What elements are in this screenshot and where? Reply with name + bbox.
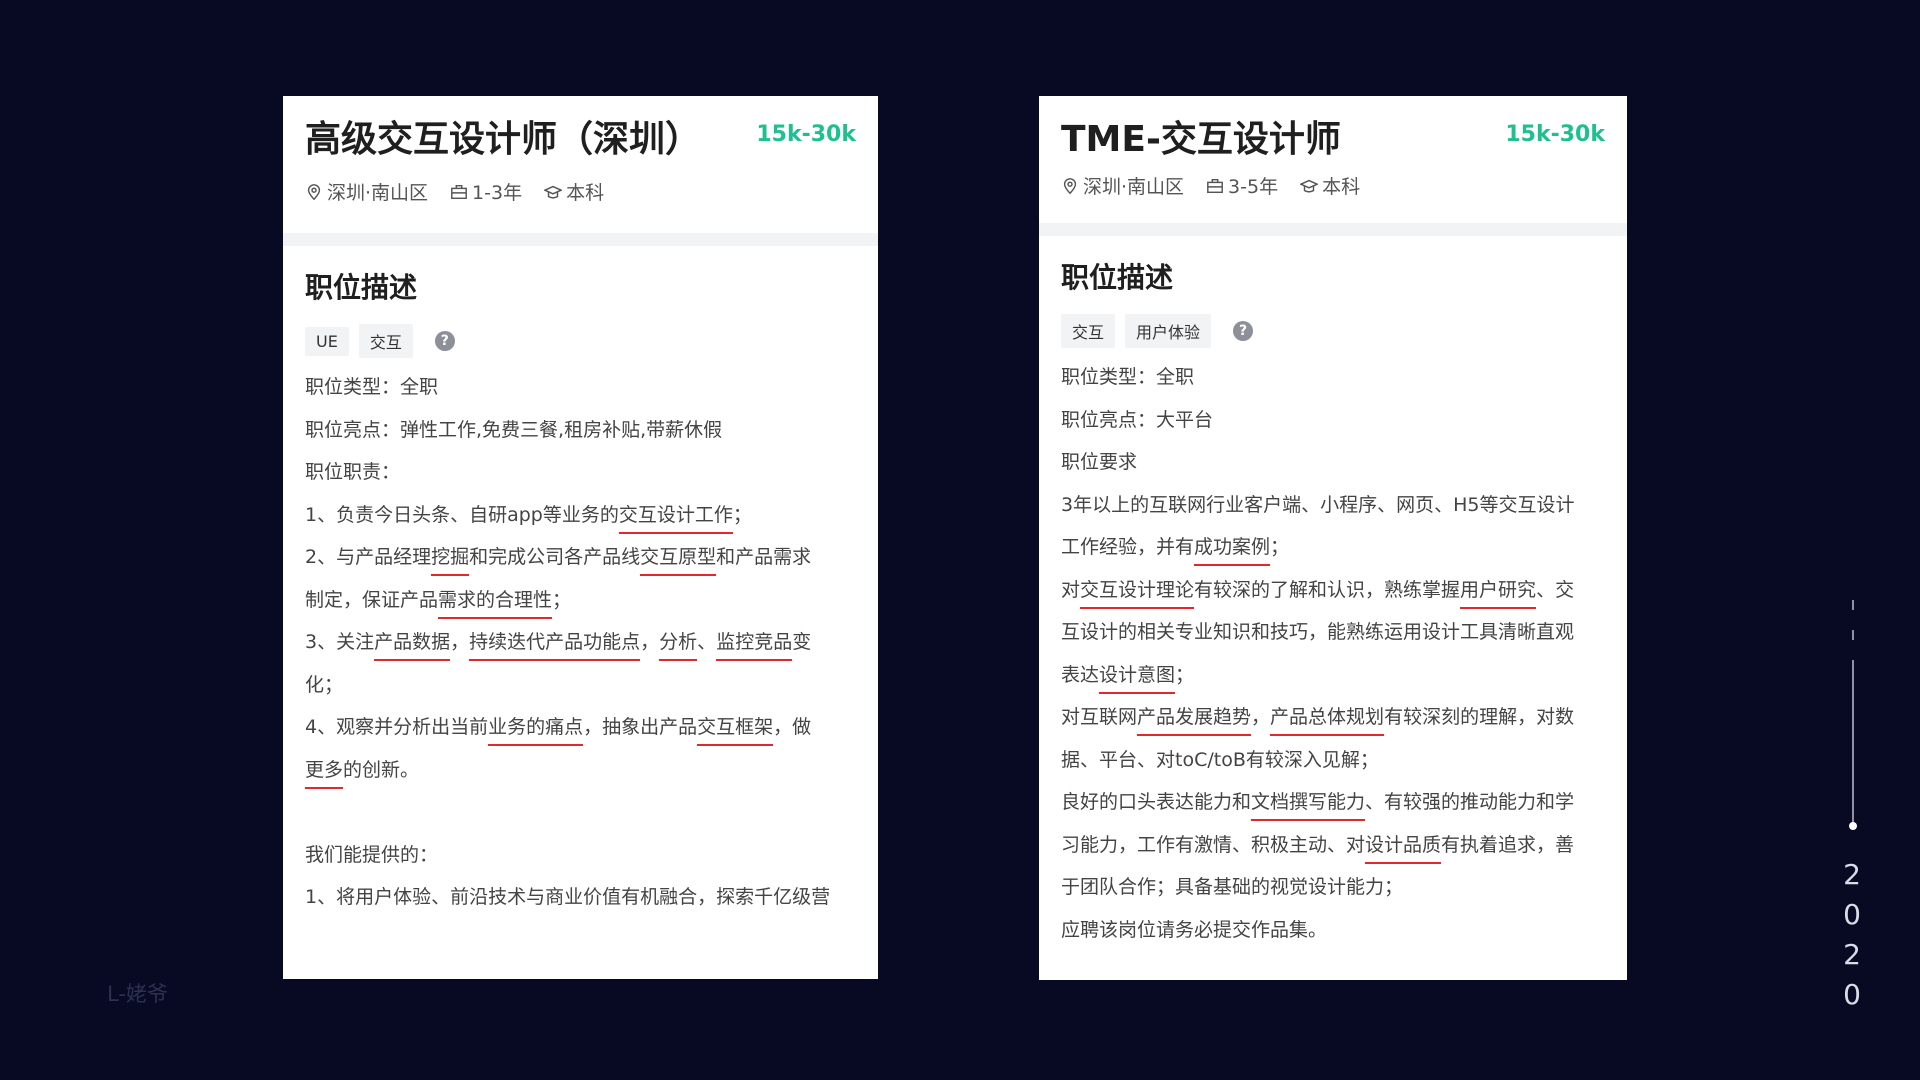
tag[interactable]: UE bbox=[305, 326, 349, 356]
description-line: 职位职责： bbox=[305, 461, 401, 483]
timeline-scrollbar[interactable] bbox=[1849, 600, 1857, 830]
job-meta: 深圳·南山区 3-5年 本科 bbox=[1061, 172, 1605, 199]
description-text: 职位类型：全职 职位亮点：弹性工作,免费三餐,租房补贴,带薪休假 职位职责： 1… bbox=[305, 366, 856, 919]
description-line: 我们能提供的： bbox=[305, 843, 439, 866]
emphasis-underline: 产品总体规划 bbox=[1270, 706, 1385, 736]
year-digit: 0 bbox=[1843, 978, 1861, 1011]
section-title: 职位描述 bbox=[1061, 261, 1174, 294]
help-icon[interactable]: ? bbox=[434, 331, 455, 351]
description-line: 职位类型：全职 bbox=[1061, 366, 1195, 388]
description-line: 1、将用户体验、前沿技术与商业价值有机融合，探索千亿级营 bbox=[305, 886, 831, 908]
emphasis-underline: 业务的痛点 bbox=[488, 716, 584, 746]
tag[interactable]: 交互 bbox=[1061, 314, 1116, 348]
location-pin-icon bbox=[1063, 177, 1077, 194]
emphasis-underline: 更多 bbox=[305, 758, 344, 789]
job-education: 本科 bbox=[1322, 176, 1361, 198]
description-line: 1、负责今日头条、自研app等业务的交互设计工作； bbox=[305, 494, 856, 537]
description-line: 应聘该岗位请务必提交作品集。 bbox=[1061, 918, 1328, 941]
section-title: 职位描述 bbox=[305, 271, 418, 304]
description-line: 职位要求 bbox=[1061, 451, 1138, 473]
job-location: 深圳·南山区 bbox=[327, 182, 429, 204]
salary: 15k-30k bbox=[756, 122, 856, 147]
description-line: 对交互设计理论有较深的了解和认识，熟练掌握用户研究、交 bbox=[1061, 569, 1605, 612]
graduation-cap-icon bbox=[1300, 179, 1319, 193]
emphasis-underline: 文档撰写能力 bbox=[1251, 791, 1366, 821]
job-experience: 3-5年 bbox=[1228, 176, 1279, 198]
description-line: 4、观察并分析出当前业务的痛点，抽象出产品交互框架，做 bbox=[305, 706, 856, 749]
description-line: 互设计的相关专业知识和技巧，能熟练运用设计工具清晰直观 bbox=[1061, 621, 1575, 643]
timeline-tick bbox=[1852, 630, 1854, 640]
emphasis-underline: 需求的合理性 bbox=[438, 588, 553, 619]
watermark: L-姥爷 bbox=[107, 982, 168, 1006]
job-title: TME-交互设计师 bbox=[1061, 119, 1341, 160]
job-card-tme-interaction-designer: TME-交互设计师 15k-30k 深圳·南山区 3-5年 本科 职位描述 交互… bbox=[1039, 96, 1627, 980]
description-line: 2、与产品经理挖掘和完成公司各产品线交互原型和产品需求 bbox=[305, 536, 856, 579]
job-location: 深圳·南山区 bbox=[1083, 176, 1185, 198]
description-line: 工作经验，并有成功案例； bbox=[1061, 526, 1605, 569]
timeline-tick bbox=[1852, 600, 1854, 610]
briefcase-icon bbox=[451, 184, 467, 199]
emphasis-underline: 分析 bbox=[659, 631, 698, 661]
job-education: 本科 bbox=[566, 182, 605, 204]
description-line: 习能力，工作有激情、积极主动、对设计品质有执着追求，善 bbox=[1061, 824, 1605, 867]
section-divider bbox=[1039, 223, 1627, 236]
description-line: 更多的创新。 bbox=[305, 749, 856, 792]
description-line: 表达设计意图； bbox=[1061, 654, 1605, 697]
emphasis-underline: 交互框架 bbox=[697, 716, 774, 746]
emphasis-underline: 挖掘 bbox=[431, 546, 470, 576]
job-card-senior-interaction-designer: 高级交互设计师（深圳） 15k-30k 深圳·南山区 1-3年 本科 职位描述 … bbox=[283, 96, 878, 979]
description-line: 对互联网产品发展趋势，产品总体规划有较深刻的理解，对数 bbox=[1061, 696, 1605, 739]
emphasis-underline: 设计意图 bbox=[1099, 663, 1176, 694]
tag[interactable]: 用户体验 bbox=[1125, 314, 1212, 348]
job-experience: 1-3年 bbox=[472, 182, 523, 204]
emphasis-underline: 设计品质 bbox=[1365, 833, 1442, 864]
briefcase-icon bbox=[1207, 178, 1223, 193]
description-line: 制定，保证产品需求的合理性； bbox=[305, 579, 856, 622]
description-line: 据、平台、对toC/toB有较深入见解； bbox=[1061, 748, 1379, 771]
description-text: 职位类型：全职 职位亮点：大平台 职位要求 3年以上的互联网行业客户端、小程序、… bbox=[1061, 356, 1605, 951]
year-digit: 2 bbox=[1843, 938, 1861, 971]
emphasis-underline: 成功案例 bbox=[1194, 536, 1271, 566]
timeline-handle[interactable] bbox=[1849, 822, 1857, 830]
section-divider bbox=[283, 233, 878, 246]
emphasis-underline: 交互设计理论 bbox=[1080, 578, 1195, 609]
description-line: 职位亮点：大平台 bbox=[1061, 408, 1214, 431]
description-line: 职位亮点：弹性工作,免费三餐,租房补贴,带薪休假 bbox=[305, 418, 723, 441]
description-line: 良好的口头表达能力和文档撰写能力、有较强的推动能力和学 bbox=[1061, 781, 1605, 824]
emphasis-underline: 产品数据 bbox=[374, 631, 451, 661]
year-digit: 0 bbox=[1843, 898, 1861, 931]
emphasis-underline: 产品发展趋势 bbox=[1137, 706, 1252, 736]
job-meta: 深圳·南山区 1-3年 本科 bbox=[305, 178, 856, 205]
location-pin-icon bbox=[307, 183, 321, 200]
timeline-track bbox=[1852, 660, 1854, 826]
salary: 15k-30k bbox=[1505, 122, 1605, 147]
description-line: 于团队合作；具备基础的视觉设计能力； bbox=[1061, 876, 1404, 898]
emphasis-underline: 持续迭代产品功能点 bbox=[469, 631, 641, 661]
emphasis-underline: 用户研究 bbox=[1460, 578, 1537, 609]
year-digit: 2 bbox=[1843, 858, 1861, 891]
tag[interactable]: 交互 bbox=[358, 324, 413, 358]
emphasis-underline: 交互原型 bbox=[640, 546, 717, 576]
description-line: 3年以上的互联网行业客户端、小程序、网页、H5等交互设计 bbox=[1061, 493, 1575, 516]
help-icon[interactable]: ? bbox=[1233, 321, 1254, 341]
tag-list: UE 交互 ? bbox=[305, 324, 856, 358]
description-line: 3、关注产品数据，持续迭代产品功能点，分析、监控竞品变 bbox=[305, 621, 856, 664]
job-title: 高级交互设计师（深圳） bbox=[305, 119, 702, 160]
emphasis-underline: 监控竞品 bbox=[716, 631, 793, 661]
description-line: 职位类型：全职 bbox=[305, 376, 439, 398]
emphasis-underline: 交互设计工作 bbox=[618, 503, 733, 534]
tag-list: 交互 用户体验 ? bbox=[1061, 314, 1605, 348]
description-line: 化； bbox=[305, 673, 344, 696]
year-label: 2 0 2 0 bbox=[1842, 855, 1862, 1015]
graduation-cap-icon bbox=[544, 185, 563, 199]
